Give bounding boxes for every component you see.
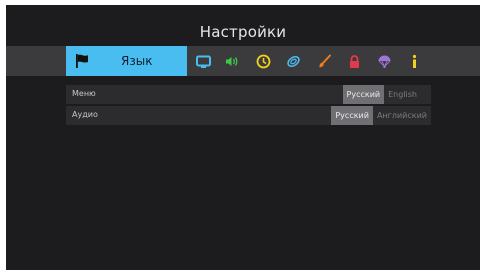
audio-language-options: Русский Английский xyxy=(331,106,431,125)
menu-language-option-english[interactable]: English xyxy=(384,85,431,104)
flag-icon xyxy=(74,53,90,69)
tab-language[interactable]: Язык xyxy=(66,46,187,76)
info-icon[interactable] xyxy=(407,54,422,69)
brush-icon[interactable] xyxy=(317,54,332,69)
tv-screen-icon[interactable] xyxy=(196,54,211,69)
menu-language-option-russian[interactable]: Русский xyxy=(342,85,385,104)
menu-language-label: Меню xyxy=(72,89,96,98)
settings-screen: Настройки Язык Меню Русский English Ауди… xyxy=(6,5,480,270)
audio-language-option-russian[interactable]: Русский xyxy=(331,106,373,125)
menu-language-row[interactable]: Меню Русский English xyxy=(66,85,431,104)
language-settings-panel: Меню Русский English Аудио Русский Англи… xyxy=(66,85,431,127)
lock-icon[interactable] xyxy=(347,54,362,69)
clock-icon[interactable] xyxy=(256,54,271,69)
parachute-icon[interactable] xyxy=(377,54,392,69)
network-icon[interactable] xyxy=(286,54,301,69)
settings-tab-bar: Язык xyxy=(6,46,480,76)
audio-language-option-english[interactable]: Английский xyxy=(372,106,431,125)
volume-icon[interactable] xyxy=(225,54,240,69)
audio-language-row[interactable]: Аудио Русский Английский xyxy=(66,106,431,125)
tab-language-label: Язык xyxy=(121,54,153,68)
audio-language-label: Аудио xyxy=(72,110,98,119)
page-title: Настройки xyxy=(199,23,287,41)
menu-language-options: Русский English xyxy=(342,85,431,104)
